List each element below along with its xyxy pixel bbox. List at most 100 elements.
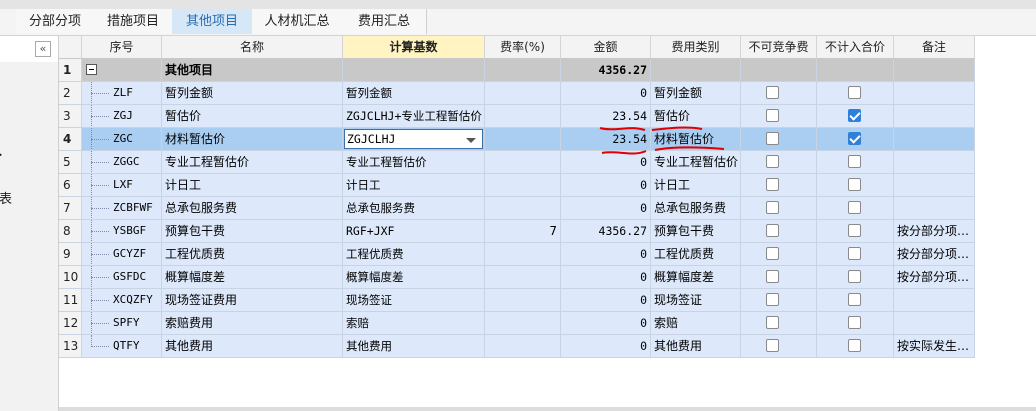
row-base[interactable]: RGF+JXF xyxy=(343,220,485,243)
noncompete-checkbox[interactable] xyxy=(766,270,779,283)
table-row[interactable]: 9 GCYZF 工程优质费 工程优质费 0 工程优质费 按分部分项… xyxy=(59,243,975,266)
row-base[interactable]: ZGJCLHJ+专业工程暂估价 xyxy=(343,105,485,128)
column-header-1[interactable]: 序号 xyxy=(82,36,162,59)
row-category[interactable]: 其他费用 xyxy=(651,335,741,358)
row-name[interactable]: 概算幅度差 xyxy=(162,266,343,289)
row-name[interactable]: 现场签证费用 xyxy=(162,289,343,312)
noncompete-checkbox[interactable] xyxy=(766,109,779,122)
row-remark[interactable] xyxy=(894,105,975,128)
row-category[interactable]: 预算包干费 xyxy=(651,220,741,243)
row-base-cell[interactable]: ZGJCLHJ xyxy=(343,128,485,151)
row-name[interactable]: 暂估价 xyxy=(162,105,343,128)
base-edit-input[interactable]: ZGJCLHJ xyxy=(344,129,483,149)
row-name[interactable]: 其他项目 xyxy=(162,59,343,82)
row-code-cell[interactable]: GCYZF xyxy=(82,243,162,266)
row-remark[interactable] xyxy=(894,151,975,174)
table-row[interactable]: 1 其他项目 4356.27 xyxy=(59,59,975,82)
row-name[interactable]: 其他费用 xyxy=(162,335,343,358)
column-header-6[interactable]: 费用类别 xyxy=(651,36,741,59)
row-rate[interactable] xyxy=(485,174,561,197)
tab-5[interactable]: 费用汇总 xyxy=(342,9,427,34)
table-row[interactable]: 12 SPFY 索赔费用 索赔 0 索赔 xyxy=(59,312,975,335)
row-base[interactable]: 总承包服务费 xyxy=(343,197,485,220)
row-rate[interactable] xyxy=(485,151,561,174)
row-category[interactable] xyxy=(651,59,741,82)
row-base[interactable]: 现场签证 xyxy=(343,289,485,312)
exclude-checkbox[interactable] xyxy=(848,224,861,237)
row-code-cell[interactable]: ZGGC xyxy=(82,151,162,174)
row-base[interactable]: 概算幅度差 xyxy=(343,266,485,289)
row-base[interactable]: 其他费用 xyxy=(343,335,485,358)
noncompete-checkbox[interactable] xyxy=(766,224,779,237)
noncompete-checkbox[interactable] xyxy=(766,155,779,168)
row-rate[interactable] xyxy=(485,266,561,289)
row-rate[interactable]: 7 xyxy=(485,220,561,243)
row-code-cell[interactable]: QTFY xyxy=(82,335,162,358)
exclude-checkbox[interactable] xyxy=(848,339,861,352)
column-header-9[interactable]: 备注 xyxy=(894,36,975,59)
noncompete-checkbox[interactable] xyxy=(766,201,779,214)
row-name[interactable]: 索赔费用 xyxy=(162,312,343,335)
row-category[interactable]: 现场签证 xyxy=(651,289,741,312)
row-rate[interactable] xyxy=(485,59,561,82)
row-remark[interactable] xyxy=(894,59,975,82)
row-remark[interactable] xyxy=(894,82,975,105)
row-remark[interactable]: 按分部分项… xyxy=(894,220,975,243)
row-category[interactable]: 概算幅度差 xyxy=(651,266,741,289)
row-rate[interactable] xyxy=(485,105,561,128)
row-code-cell[interactable]: ZGJ xyxy=(82,105,162,128)
exclude-checkbox[interactable] xyxy=(848,270,861,283)
table-row[interactable]: 7 ZCBFWF 总承包服务费 总承包服务费 0 总承包服务费 xyxy=(59,197,975,220)
table-row[interactable]: 10 GSFDC 概算幅度差 概算幅度差 0 概算幅度差 按分部分项… xyxy=(59,266,975,289)
row-code-cell[interactable] xyxy=(82,59,162,82)
row-code-cell[interactable]: ZLF xyxy=(82,82,162,105)
row-rate[interactable] xyxy=(485,289,561,312)
row-remark[interactable] xyxy=(894,174,975,197)
row-base[interactable]: 索赔 xyxy=(343,312,485,335)
row-remark[interactable] xyxy=(894,289,975,312)
noncompete-checkbox[interactable] xyxy=(766,178,779,191)
row-name[interactable]: 专业工程暂估价 xyxy=(162,151,343,174)
tab-3[interactable]: 其他项目 xyxy=(172,9,253,34)
row-category[interactable]: 暂列金额 xyxy=(651,82,741,105)
row-rate[interactable] xyxy=(485,128,561,151)
row-name[interactable]: 总承包服务费 xyxy=(162,197,343,220)
row-code-cell[interactable]: LXF xyxy=(82,174,162,197)
tab-4[interactable]: 人材机汇总 xyxy=(252,9,343,34)
row-name[interactable]: 暂列金额 xyxy=(162,82,343,105)
column-header-4[interactable]: 费率(%) xyxy=(485,36,561,59)
table-row[interactable]: 2 ZLF 暂列金额 暂列金额 0 暂列金额 xyxy=(59,82,975,105)
noncompete-checkbox[interactable] xyxy=(766,293,779,306)
row-code-cell[interactable]: YSBGF xyxy=(82,220,162,243)
row-remark[interactable] xyxy=(894,197,975,220)
row-rate[interactable] xyxy=(485,312,561,335)
row-base[interactable]: 暂列金额 xyxy=(343,82,485,105)
row-base[interactable]: 专业工程暂估价 xyxy=(343,151,485,174)
column-header-3[interactable]: 计算基数 xyxy=(343,36,485,59)
row-category[interactable]: 计日工 xyxy=(651,174,741,197)
exclude-checkbox[interactable] xyxy=(848,132,861,145)
row-code-cell[interactable]: XCQZFY xyxy=(82,289,162,312)
tab-2[interactable]: 措施项目 xyxy=(94,9,173,34)
table-row[interactable]: 11 XCQZFY 现场签证费用 现场签证 0 现场签证 xyxy=(59,289,975,312)
table-row[interactable]: 4 ZGC 材料暂估价 ZGJCLHJ 23.54 材料暂估价 xyxy=(59,128,975,151)
collapse-group-icon[interactable] xyxy=(86,64,97,75)
exclude-checkbox[interactable] xyxy=(848,247,861,260)
row-remark[interactable]: 按实际发生… xyxy=(894,335,975,358)
table-row[interactable]: 13 QTFY 其他费用 其他费用 0 其他费用 按实际发生… xyxy=(59,335,975,358)
collapse-panel-button[interactable]: « xyxy=(35,41,51,57)
column-header-8[interactable]: 不计入合价 xyxy=(817,36,894,59)
exclude-checkbox[interactable] xyxy=(848,316,861,329)
row-base[interactable]: 计日工 xyxy=(343,174,485,197)
noncompete-checkbox[interactable] xyxy=(766,132,779,145)
table-row[interactable]: 8 YSBGF 预算包干费 RGF+JXF 7 4356.27 预算包干费 按分部分项… xyxy=(59,220,975,243)
exclude-checkbox[interactable] xyxy=(848,201,861,214)
row-rate[interactable] xyxy=(485,243,561,266)
row-remark[interactable] xyxy=(894,128,975,151)
row-name[interactable]: 工程优质费 xyxy=(162,243,343,266)
row-name[interactable]: 材料暂估价 xyxy=(162,128,343,151)
exclude-checkbox[interactable] xyxy=(848,293,861,306)
table-row[interactable]: 6 LXF 计日工 计日工 0 计日工 xyxy=(59,174,975,197)
row-category[interactable]: 暂估价 xyxy=(651,105,741,128)
noncompete-checkbox[interactable] xyxy=(766,86,779,99)
